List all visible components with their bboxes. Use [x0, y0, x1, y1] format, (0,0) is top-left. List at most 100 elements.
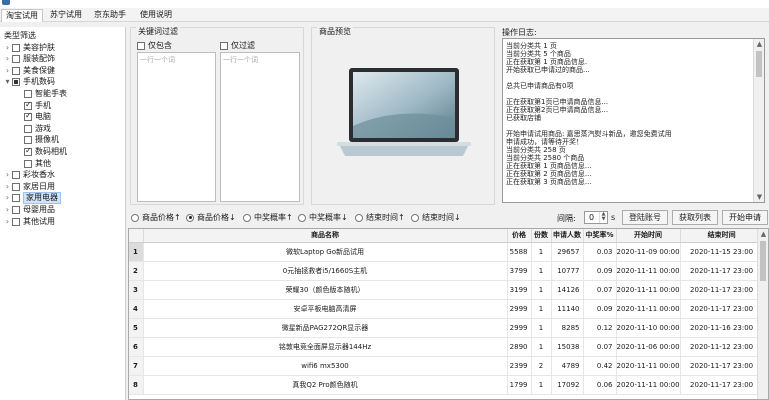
scroll-up-icon[interactable]: ▲	[754, 39, 764, 49]
tree-item-checkbox[interactable]	[12, 55, 20, 64]
header-price[interactable]: 价格	[507, 229, 532, 243]
cell-qty[interactable]: 1	[531, 299, 552, 319]
cell-start[interactable]: 2020-11-11 00:00	[616, 299, 681, 319]
table-row[interactable]: 4 安卓平板电脑高清屏 2999 1 11140 0.09 2020-11-11 00:00…	[129, 299, 764, 319]
radio-icon[interactable]	[298, 213, 306, 222]
cell-qty[interactable]: 1	[531, 318, 552, 338]
cell-applicants[interactable]: 11140	[551, 299, 584, 319]
expand-right-icon[interactable]: ›	[3, 66, 12, 76]
cell-price[interactable]: 2999	[507, 299, 532, 319]
header-qty[interactable]: 份数	[531, 229, 552, 243]
cell-qty[interactable]: 1	[531, 242, 552, 262]
cell-name[interactable]: 0元抽拯救者i5/1660S主机	[143, 261, 508, 281]
cell-price[interactable]: 5588	[507, 242, 532, 262]
tree-item[interactable]: 摄像机	[24, 135, 59, 146]
cell-rate[interactable]: 0.07	[583, 280, 617, 300]
radio-icon[interactable]	[411, 213, 419, 222]
cell-name[interactable]: 铭敦电竞全面屏显示器144Hz	[143, 337, 508, 357]
cell-end[interactable]: 2020-11-17 23:00	[680, 299, 764, 319]
tree-item[interactable]: › 美食保健	[3, 65, 55, 76]
row-number[interactable]: 1	[129, 242, 144, 262]
log-scrollbar[interactable]: ▲ ▼	[753, 39, 764, 202]
cell-name[interactable]: 荣耀30（颜色版本随机）	[143, 280, 508, 300]
cell-name[interactable]: 微星新品PAG272QR显示器	[143, 318, 508, 338]
radio-icon[interactable]	[131, 213, 139, 222]
log-scroll-thumb[interactable]	[756, 51, 762, 77]
tree-item[interactable]: › 服装配饰	[3, 54, 55, 65]
tree-item[interactable]: › 美容护肤	[3, 42, 55, 53]
expand-right-icon[interactable]: ›	[3, 217, 12, 227]
cell-price[interactable]: 2890	[507, 337, 532, 357]
expand-right-icon[interactable]: ›	[3, 43, 12, 53]
header-end[interactable]: 结束时间	[680, 229, 764, 243]
table-row[interactable]: 6 铭敦电竞全面屏显示器144Hz 2890 1 15038 0.07 2020-11-06…	[129, 337, 764, 357]
cell-start[interactable]: 2020-11-11 00:00	[616, 375, 681, 395]
tree-item-checkbox[interactable]	[12, 78, 20, 87]
row-number[interactable]: 4	[129, 299, 144, 319]
cell-rate[interactable]: 0.07	[583, 337, 617, 357]
cell-rate[interactable]: 0.42	[583, 356, 617, 376]
expand-right-icon[interactable]: ›	[3, 193, 12, 203]
table-scroll-thumb[interactable]	[760, 241, 766, 281]
cell-rate[interactable]: 0.06	[583, 375, 617, 395]
cell-applicants[interactable]: 8285	[551, 318, 584, 338]
cell-name[interactable]: 安卓平板电脑高清屏	[143, 299, 508, 319]
tree-item-checkbox[interactable]	[12, 66, 20, 75]
row-number[interactable]: 2	[129, 261, 144, 281]
cell-price[interactable]: 2399	[507, 356, 532, 376]
scroll-down-icon[interactable]: ▼	[754, 192, 764, 202]
cell-end[interactable]: 2020-11-17 23:00	[680, 375, 764, 395]
expand-right-icon[interactable]: ›	[3, 182, 12, 192]
header-applicants[interactable]: 申请人数	[551, 229, 584, 243]
include-only-checkbox[interactable]: 仅包含	[137, 40, 172, 51]
expand-right-icon[interactable]: ›	[3, 170, 12, 180]
cell-qty[interactable]: 2	[531, 356, 552, 376]
expand-right-icon[interactable]: ›	[3, 205, 12, 215]
tree-item[interactable]: 手机	[24, 100, 51, 111]
tree-item-checkbox[interactable]	[24, 111, 32, 122]
tree-item-checkbox[interactable]	[12, 182, 20, 191]
table-row[interactable]: 1 微软Laptop Go新品试用 5588 1 29657 0.03 2020-11-09…	[129, 242, 764, 262]
row-number[interactable]: 7	[129, 356, 144, 376]
exclude-checkbox[interactable]: 仅过滤	[220, 40, 255, 51]
tree-item[interactable]: › 母婴用品	[3, 204, 55, 215]
cell-start[interactable]: 2020-11-11 00:00	[616, 280, 681, 300]
row-number[interactable]: 8	[129, 375, 144, 395]
cell-end[interactable]: 2020-11-15 23:00	[680, 242, 764, 262]
cell-end[interactable]: 2020-11-17 23:00	[680, 356, 764, 376]
interval-spinbox[interactable]: 0 ▲ ▼	[584, 211, 608, 224]
tree-item-checkbox[interactable]	[12, 217, 20, 226]
tree-item-checkbox[interactable]	[24, 136, 32, 145]
tree-item[interactable]: 其他	[24, 158, 51, 169]
cell-name[interactable]: 真我Q2 Pro颜色随机	[143, 375, 508, 395]
cell-rate[interactable]: 0.09	[583, 299, 617, 319]
cell-qty[interactable]: 1	[531, 261, 552, 281]
tree-item[interactable]: › 其他试用	[3, 216, 55, 227]
tree-item-checkbox[interactable]	[24, 124, 32, 133]
tree-item[interactable]: 数码相机	[24, 146, 67, 157]
sort-rate-asc[interactable]: 中奖概率↑	[243, 212, 293, 223]
cell-price[interactable]: 3799	[507, 261, 532, 281]
header-rate[interactable]: 中奖率%	[583, 229, 617, 243]
tab-suning[interactable]: 苏宁试用	[46, 9, 86, 22]
sort-price-desc[interactable]: 商品价格↓	[186, 212, 236, 223]
tree-item[interactable]: › 家用电器	[3, 192, 61, 205]
cell-start[interactable]: 2020-11-11 00:00	[616, 356, 681, 376]
cell-applicants[interactable]: 14126	[551, 280, 584, 300]
tree-item[interactable]: ▾ 手机数码	[3, 77, 55, 88]
cell-qty[interactable]: 1	[531, 375, 552, 395]
exclude-box[interactable]	[220, 41, 228, 50]
cell-rate[interactable]: 0.03	[583, 242, 617, 262]
cell-start[interactable]: 2020-11-06 00:00	[616, 337, 681, 357]
cell-end[interactable]: 2020-11-17 23:00	[680, 261, 764, 281]
spin-arrows-icon[interactable]: ▲ ▼	[599, 212, 607, 223]
cell-end[interactable]: 2020-11-12 23:00	[680, 337, 764, 357]
tree-item[interactable]: 电脑	[24, 111, 51, 123]
radio-icon[interactable]	[243, 213, 251, 222]
cell-applicants[interactable]: 29657	[551, 242, 584, 262]
tab-help[interactable]: 使用说明	[136, 9, 176, 22]
table-row[interactable]: 2 0元抽拯救者i5/1660S主机 3799 1 10777 0.09 2020-11-1…	[129, 261, 764, 281]
tree-item-checkbox[interactable]	[12, 171, 20, 180]
sort-rate-desc[interactable]: 中奖概率↓	[298, 212, 348, 223]
cell-name[interactable]: wifi6 mx5300	[143, 356, 508, 376]
